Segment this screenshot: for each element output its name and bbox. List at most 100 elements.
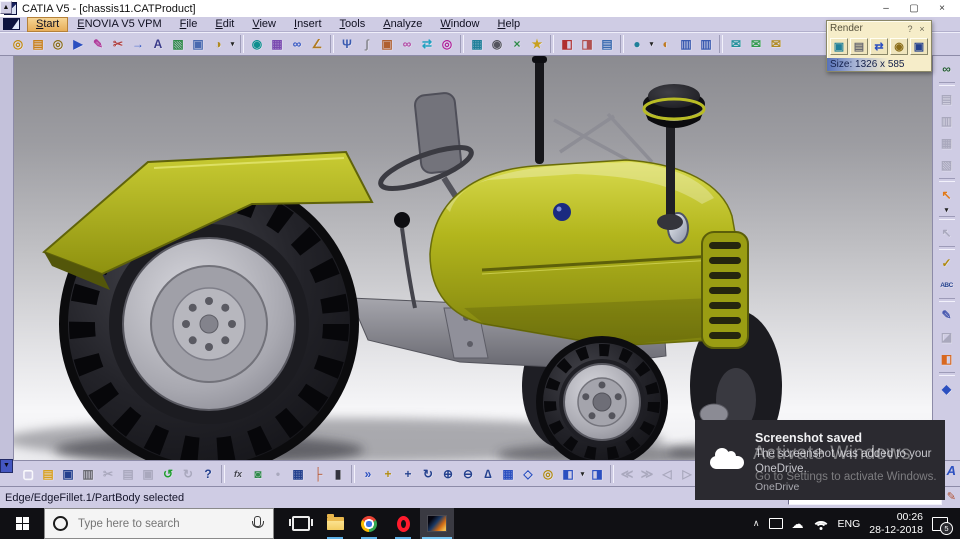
tree-scroll-down-button[interactable]: ▼ — [0, 459, 13, 473]
zoom-in-icon[interactable]: ⊕ — [438, 463, 458, 484]
image-frame-icon[interactable]: ▣ — [377, 33, 397, 54]
iso-view-icon[interactable]: ◇ — [518, 463, 538, 484]
menu-item-edit[interactable]: Edit — [206, 17, 243, 32]
fly-mode-icon[interactable]: » — [358, 463, 378, 484]
file-explorer-button[interactable] — [318, 508, 352, 539]
new-doc-icon[interactable]: ▢ — [18, 463, 38, 484]
taskbar-search[interactable] — [44, 508, 274, 539]
constraint-dot-icon[interactable]: • — [268, 463, 288, 484]
opera-button[interactable] — [386, 508, 420, 539]
menu-item-window[interactable]: Window — [431, 17, 488, 32]
window-link-icon[interactable]: ▣ — [188, 33, 208, 54]
menu-item-help[interactable]: Help — [489, 17, 530, 32]
layers-icon[interactable]: ▧ — [168, 33, 188, 54]
taskbar-clock[interactable]: 00:26 28-12-2018 — [869, 511, 923, 536]
tray-chevron-icon[interactable]: ∧ — [753, 518, 760, 529]
onedrive-tray-icon[interactable]: ☁ — [792, 517, 804, 531]
color-gear-icon[interactable]: ◎ — [437, 33, 457, 54]
start-button[interactable] — [0, 508, 44, 539]
microphone-icon[interactable] — [251, 516, 264, 528]
command-pencil-icon[interactable]: ✎ — [947, 490, 956, 503]
normal-view-icon[interactable]: ∆ — [478, 463, 498, 484]
doc-view2-icon[interactable]: ▥ — [696, 33, 716, 54]
shaded-view-icon[interactable]: ◎ — [538, 463, 558, 484]
cut-icon[interactable]: ✂ — [98, 463, 118, 484]
paste-icon[interactable]: ▣ — [138, 463, 158, 484]
wifi-icon[interactable] — [811, 518, 830, 530]
section-prism-icon[interactable]: ◪ — [935, 326, 959, 348]
open-icon[interactable]: ▤ — [38, 463, 58, 484]
gears-icon[interactable]: ◎ — [48, 33, 68, 54]
language-indicator[interactable]: ENG — [838, 518, 861, 530]
measure-item-icon[interactable]: ABC — [935, 274, 959, 296]
render-close-button[interactable]: × — [916, 24, 928, 34]
render-capture-icon[interactable]: ⇄ — [870, 38, 888, 55]
binoculars-icon[interactable]: ∞ — [287, 33, 307, 54]
palette-icon[interactable]: ◐ — [656, 33, 676, 54]
mail-forward-icon[interactable]: ✉ — [746, 33, 766, 54]
tree-scroll-up-button[interactable]: ▲ — [0, 1, 12, 14]
import-doc-icon[interactable]: → — [128, 33, 148, 54]
flyout-arrow-icon[interactable]: ▾ — [228, 33, 237, 54]
walk-icon[interactable]: ◁ — [657, 463, 677, 484]
video-camera-icon[interactable]: ● — [627, 33, 647, 54]
search-input[interactable] — [76, 516, 248, 531]
render-style2-icon[interactable]: ◨ — [587, 463, 607, 484]
render-shooting-icon[interactable]: ∞ — [935, 58, 959, 80]
save-icon[interactable]: ▣ — [58, 463, 78, 484]
fly-forward-icon[interactable]: ≫ — [637, 463, 657, 484]
comment-icon[interactable]: ◙ — [248, 463, 268, 484]
eraser-icon[interactable]: ◆ — [935, 378, 959, 400]
list-doc-icon[interactable]: ▤ — [597, 33, 617, 54]
render-help-button[interactable]: ? — [904, 24, 916, 34]
texture-icon[interactable]: ▦ — [935, 132, 959, 154]
tractor-model[interactable] — [14, 56, 932, 460]
task-view-button[interactable] — [284, 508, 318, 539]
doc-edit-icon[interactable]: ✎ — [88, 33, 108, 54]
undo-icon[interactable]: ↺ — [158, 463, 178, 484]
design-table-icon[interactable]: ▦ — [288, 463, 308, 484]
cube-stack-icon[interactable]: ◨ — [577, 33, 597, 54]
flyout-arrow-icon[interactable]: ▾ — [935, 206, 959, 214]
flyout-arrow-icon[interactable]: ▾ — [578, 463, 587, 484]
red-cube-icon[interactable]: ◧ — [557, 33, 577, 54]
paint-bucket-icon[interactable]: ◧ — [935, 348, 959, 370]
menu-item-view[interactable]: View — [243, 17, 285, 32]
whats-this-icon[interactable]: ? — [198, 463, 218, 484]
text-report-icon[interactable]: A — [148, 33, 168, 54]
render-options-icon[interactable]: ▤ — [850, 38, 868, 55]
restore-button[interactable]: ▢ — [900, 2, 928, 15]
copy-icon[interactable]: ▤ — [118, 463, 138, 484]
render-style-icon[interactable]: ◧ — [558, 463, 578, 484]
angle-icon[interactable]: ∠ — [307, 33, 327, 54]
fit-all-icon[interactable]: + — [378, 463, 398, 484]
turn-head-icon[interactable]: ≪ — [617, 463, 637, 484]
photo-box-icon[interactable]: ▦ — [267, 33, 287, 54]
tractor[interactable] — [42, 56, 782, 460]
link-chain-icon[interactable]: ∞ — [397, 33, 417, 54]
menu-item-file[interactable]: File — [171, 17, 207, 32]
export-doc-icon[interactable]: ▶ — [68, 33, 88, 54]
update-icon[interactable]: ◎ — [8, 33, 28, 54]
tablet-pen-icon[interactable] — [768, 518, 783, 529]
cut-link-icon[interactable]: ✂ — [108, 33, 128, 54]
lock-icon[interactable]: ▮ — [328, 463, 348, 484]
selection-sets-icon[interactable]: ↖ — [935, 222, 959, 244]
viewport-3d[interactable] — [14, 56, 932, 460]
annotation-a-icon[interactable]: A — [947, 463, 956, 478]
paperclip-icon[interactable]: ∫ — [357, 33, 377, 54]
action-center-icon[interactable]: 5 — [932, 516, 953, 535]
camera-icon[interactable]: ◉ — [487, 33, 507, 54]
menu-item-analyze[interactable]: Analyze — [374, 17, 431, 32]
catalog-icon[interactable]: ▤ — [28, 33, 48, 54]
menu-item-insert[interactable]: Insert — [285, 17, 331, 32]
rotate-icon[interactable]: ↻ — [418, 463, 438, 484]
minimize-button[interactable]: – — [872, 2, 900, 15]
menu-item-enovia-v5-vpm[interactable]: ENOVIA V5 VPM — [68, 17, 170, 32]
redo-icon[interactable]: ↻ — [178, 463, 198, 484]
material-catalog-icon[interactable]: ▥ — [935, 110, 959, 132]
sketch-tracer-icon[interactable]: ◉ — [247, 33, 267, 54]
multi-view-icon[interactable]: ▦ — [498, 463, 518, 484]
measure-between-icon[interactable]: ✓ — [935, 252, 959, 274]
render-camera-icon[interactable]: ◉ — [890, 38, 908, 55]
